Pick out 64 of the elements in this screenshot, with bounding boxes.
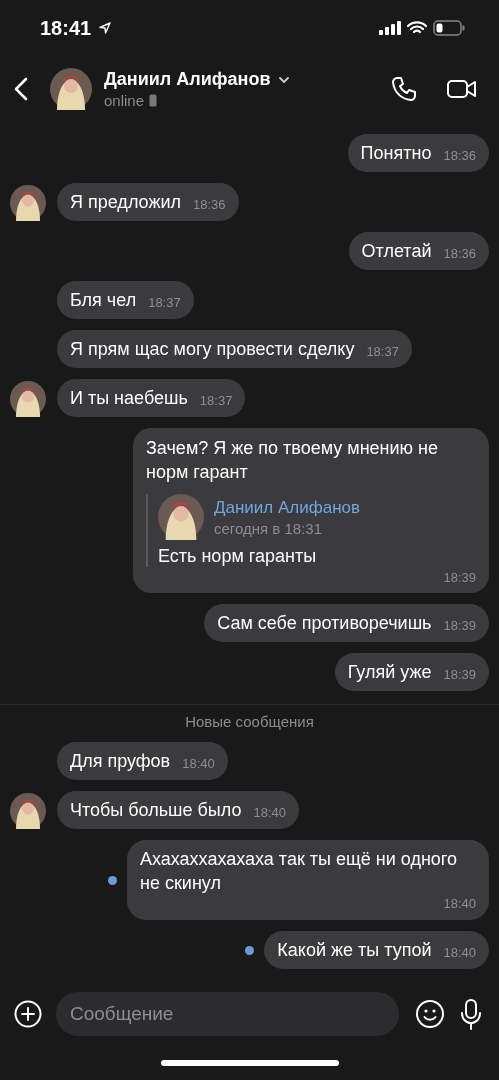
message-bubble[interactable]: И ты наебешь 18:37	[57, 379, 246, 417]
quote-date: сегодня в 18:31	[214, 519, 323, 537]
avatar[interactable]	[10, 381, 46, 417]
message-time: 18:39	[443, 617, 476, 635]
chevron-down-icon[interactable]	[278, 75, 291, 84]
message-time: 18:37	[199, 392, 233, 410]
message-text: Ахахаххахахаха так ты ещё ни одного не скинул	[140, 848, 459, 895]
avatar	[158, 494, 204, 540]
message-bubble[interactable]: Для пруфов 18:40	[57, 742, 228, 780]
video-call-icon[interactable]	[447, 78, 477, 100]
back-icon[interactable]	[14, 77, 28, 101]
message-time: 18:40	[253, 804, 287, 822]
phone-device-icon	[149, 94, 158, 107]
avatar[interactable]	[50, 68, 92, 110]
message-text: Я предложил	[70, 191, 181, 214]
message-text: Гуляй уже	[347, 661, 432, 684]
message-time: 18:40	[443, 895, 476, 913]
battery-icon	[433, 20, 465, 36]
message-text: Бля чел	[70, 289, 137, 312]
message-text: И ты наебешь	[70, 387, 188, 410]
online-status: online	[104, 92, 145, 109]
message-text: Отлетай	[361, 240, 432, 263]
message-text: Чтобы больше было	[70, 799, 242, 822]
message-bubble[interactable]: Понятно 18:36	[347, 134, 489, 172]
signal-icon	[379, 21, 401, 35]
message-bubble[interactable]: Гуляй уже 18:39	[334, 653, 489, 691]
message-text: Какой же ты тупой	[277, 939, 432, 962]
message-time: 18:36	[443, 147, 476, 165]
emoji-icon[interactable]	[415, 999, 445, 1029]
new-messages-divider: Новые сообщения	[185, 713, 314, 730]
avatar[interactable]	[10, 793, 46, 829]
message-time: 18:36	[193, 196, 226, 214]
message-text: Зачем? Я же по твоему мнению не норм гарант	[146, 437, 440, 484]
status-time: 18:41	[40, 16, 92, 40]
location-arrow-icon	[99, 22, 112, 34]
message-time: 18:37	[366, 343, 399, 361]
message-bubble[interactable]: Какой же ты тупой 18:40	[264, 931, 489, 969]
message-bubble[interactable]: Сам себе противоречишь 18:39	[204, 604, 489, 642]
message-time: 18:36	[443, 245, 476, 263]
message-text: Понятно	[360, 142, 432, 165]
add-icon[interactable]	[14, 1000, 42, 1028]
quote-text: Есть норм гаранты	[158, 546, 318, 567]
message-bubble[interactable]: Я прям щас могу провести сделку 18:37	[57, 330, 412, 368]
message-time: 18:39	[443, 666, 476, 684]
message-bubble[interactable]: Ахахаххахахаха так ты ещё ни одного не скинул 18:40	[127, 840, 489, 920]
avatar[interactable]	[10, 185, 46, 221]
message-time: 18:37	[148, 294, 181, 312]
message-bubble[interactable]: Зачем? Я же по твоему мнению не норм гарант Даниил Алифанов сегодня в 18:31 Есть норм гаранты 18:39	[133, 428, 489, 593]
message-time: 18:40	[443, 944, 476, 962]
message-bubble[interactable]: Я предложил 18:36	[57, 183, 239, 221]
message-input[interactable]: Сообщение	[56, 992, 399, 1036]
message-bubble[interactable]: Бля чел 18:37	[57, 281, 194, 319]
message-text: Для пруфов	[70, 750, 171, 773]
message-text: Сам себе противоречишь	[217, 612, 432, 635]
message-time: 18:39	[443, 569, 476, 587]
quote-author[interactable]: Даниил Алифанов	[214, 497, 361, 518]
message-time: 18:40	[182, 755, 215, 773]
contact-name[interactable]: Даниил Алифанов	[104, 69, 271, 90]
message-bubble[interactable]: Отлетай 18:36	[348, 232, 489, 270]
message-text: Я прям щас могу провести сделку	[70, 338, 355, 361]
message-bubble[interactable]: Чтобы больше было 18:40	[57, 791, 300, 829]
microphone-icon[interactable]	[459, 998, 483, 1030]
call-icon[interactable]	[391, 76, 417, 102]
wifi-icon	[407, 21, 427, 35]
